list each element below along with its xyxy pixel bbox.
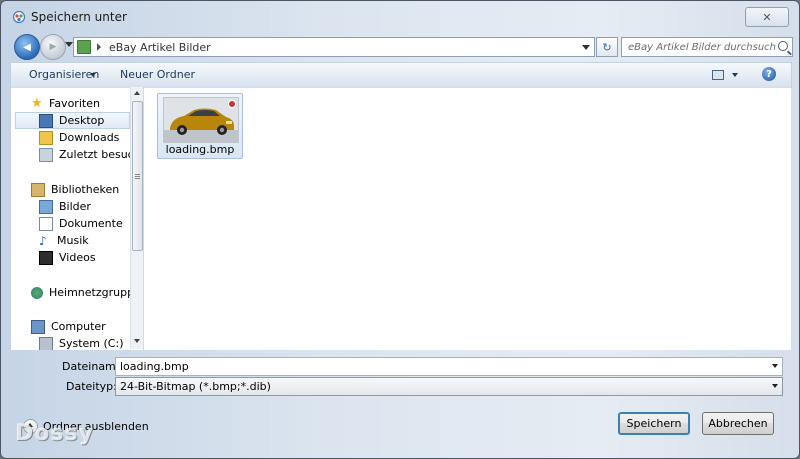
- chevron-down-icon[interactable]: [772, 364, 778, 368]
- file-name: loading.bmp: [165, 143, 235, 156]
- navigation-scrollbar[interactable]: [130, 87, 143, 349]
- sidebar-item-libraries[interactable]: Bibliotheken: [11, 181, 143, 198]
- music-icon: ♪: [39, 233, 47, 248]
- file-list-pane: loading.bmp: [144, 87, 791, 350]
- forward-button[interactable]: ▶: [40, 34, 66, 60]
- address-dropdown-icon[interactable]: [582, 45, 590, 50]
- sidebar-item-label: Favoriten: [49, 97, 100, 110]
- refresh-button[interactable]: ↻: [596, 37, 618, 57]
- filetype-select[interactable]: 24-Bit-Bitmap (*.bmp;*.dib): [115, 377, 783, 396]
- grip-icon: [135, 174, 140, 175]
- sidebar-item-label: Heimnetzgruppe: [49, 286, 141, 299]
- drive-icon: [39, 336, 53, 350]
- address-bar[interactable]: eBay Artikel Bilder: [73, 37, 595, 57]
- star-icon: ★: [31, 95, 43, 111]
- sidebar-item-label: Dokumente: [59, 217, 123, 230]
- sidebar-item-label: Musik: [57, 234, 89, 247]
- search-input[interactable]: [628, 41, 776, 53]
- history-dropdown-icon[interactable]: [65, 42, 73, 47]
- cancel-button[interactable]: Abbrechen: [702, 412, 774, 435]
- sidebar-item-label: Bilder: [59, 200, 91, 213]
- search-box[interactable]: [621, 37, 793, 57]
- documents-icon: [39, 216, 53, 231]
- videos-icon: [39, 250, 53, 265]
- back-button[interactable]: ◀: [14, 34, 40, 60]
- sidebar-item-homegroup[interactable]: Heimnetzgruppe: [11, 284, 143, 301]
- search-icon[interactable]: [778, 41, 788, 51]
- filetype-value: 24-Bit-Bitmap (*.bmp;*.dib): [120, 380, 271, 393]
- sidebar-item-videos[interactable]: Videos: [11, 249, 143, 266]
- filetype-label: Dateityp:: [66, 380, 117, 393]
- window-title: Speichern unter: [31, 10, 127, 24]
- help-glyph: ?: [766, 68, 772, 80]
- desktop-icon: [39, 113, 53, 128]
- save-button[interactable]: Speichern: [618, 412, 690, 435]
- libraries-icon: [31, 182, 45, 197]
- sidebar-item-computer[interactable]: Computer: [11, 318, 143, 335]
- close-button[interactable]: ✕: [745, 7, 789, 27]
- new-folder-button[interactable]: Neuer Ordner: [120, 68, 195, 81]
- sidebar-item-label: Bibliotheken: [51, 183, 120, 196]
- sidebar-item-label: Desktop: [59, 114, 105, 127]
- homegroup-icon: [31, 286, 43, 299]
- navigation-pane: ★ Favoriten Desktop Downloads Zuletzt be…: [11, 87, 143, 350]
- scroll-down-icon[interactable]: [134, 339, 140, 343]
- sidebar-item-label: Downloads: [59, 131, 120, 144]
- view-dropdown-icon[interactable]: [732, 73, 738, 77]
- sidebar-item-desktop[interactable]: Desktop: [15, 112, 130, 129]
- help-icon[interactable]: ?: [762, 67, 776, 81]
- sidebar-item-downloads[interactable]: Downloads: [11, 129, 143, 146]
- sidebar-item-recent-places[interactable]: Zuletzt besucht: [11, 146, 143, 163]
- car-thumbnail: [163, 97, 239, 143]
- chevron-down-icon[interactable]: [772, 384, 778, 388]
- sidebar-item-label: System (C:): [59, 337, 124, 350]
- scroll-thumb[interactable]: [132, 101, 143, 251]
- car-image: [164, 98, 238, 142]
- sidebar-item-pictures[interactable]: Bilder: [11, 198, 143, 215]
- downloads-icon: [39, 130, 53, 145]
- filename-field[interactable]: loading.bmp: [115, 357, 783, 376]
- computer-icon: [31, 319, 45, 334]
- sidebar-item-favorites[interactable]: ★ Favoriten: [11, 95, 143, 112]
- filename-value[interactable]: loading.bmp: [120, 360, 189, 373]
- file-item[interactable]: loading.bmp: [157, 93, 243, 159]
- sidebar-item-label: Videos: [59, 251, 96, 264]
- change-view-icon[interactable]: [712, 70, 724, 80]
- refresh-icon: ↻: [602, 40, 612, 54]
- sidebar-item-system-drive[interactable]: System (C:): [11, 335, 143, 350]
- close-icon: ✕: [762, 10, 772, 24]
- chevron-down-icon[interactable]: [90, 73, 96, 77]
- save-dialog-icon: [12, 10, 26, 24]
- breadcrumb-item[interactable]: eBay Artikel Bilder: [109, 41, 211, 54]
- forward-arrow-icon: ▶: [49, 42, 57, 52]
- folder-icon: [77, 40, 91, 54]
- title-bar: Speichern unter ✕: [1, 1, 799, 31]
- scroll-up-icon[interactable]: [134, 91, 140, 95]
- sidebar-item-music[interactable]: ♪ Musik: [11, 232, 143, 249]
- breadcrumb-separator-icon[interactable]: [97, 43, 101, 51]
- sidebar-item-documents[interactable]: Dokumente: [11, 215, 143, 232]
- watermark-text: Dossy: [15, 421, 94, 446]
- pictures-icon: [39, 199, 53, 214]
- organize-menu[interactable]: Organisieren: [29, 68, 99, 81]
- sidebar-item-label: Computer: [51, 320, 106, 333]
- command-bar: Organisieren Neuer Ordner ?: [10, 62, 792, 88]
- back-arrow-icon: ◀: [23, 41, 31, 53]
- recent-places-icon: [39, 147, 53, 162]
- save-as-dialog: Speichern unter ✕ ◀ ▶ eBay Artikel Bilde…: [0, 0, 800, 459]
